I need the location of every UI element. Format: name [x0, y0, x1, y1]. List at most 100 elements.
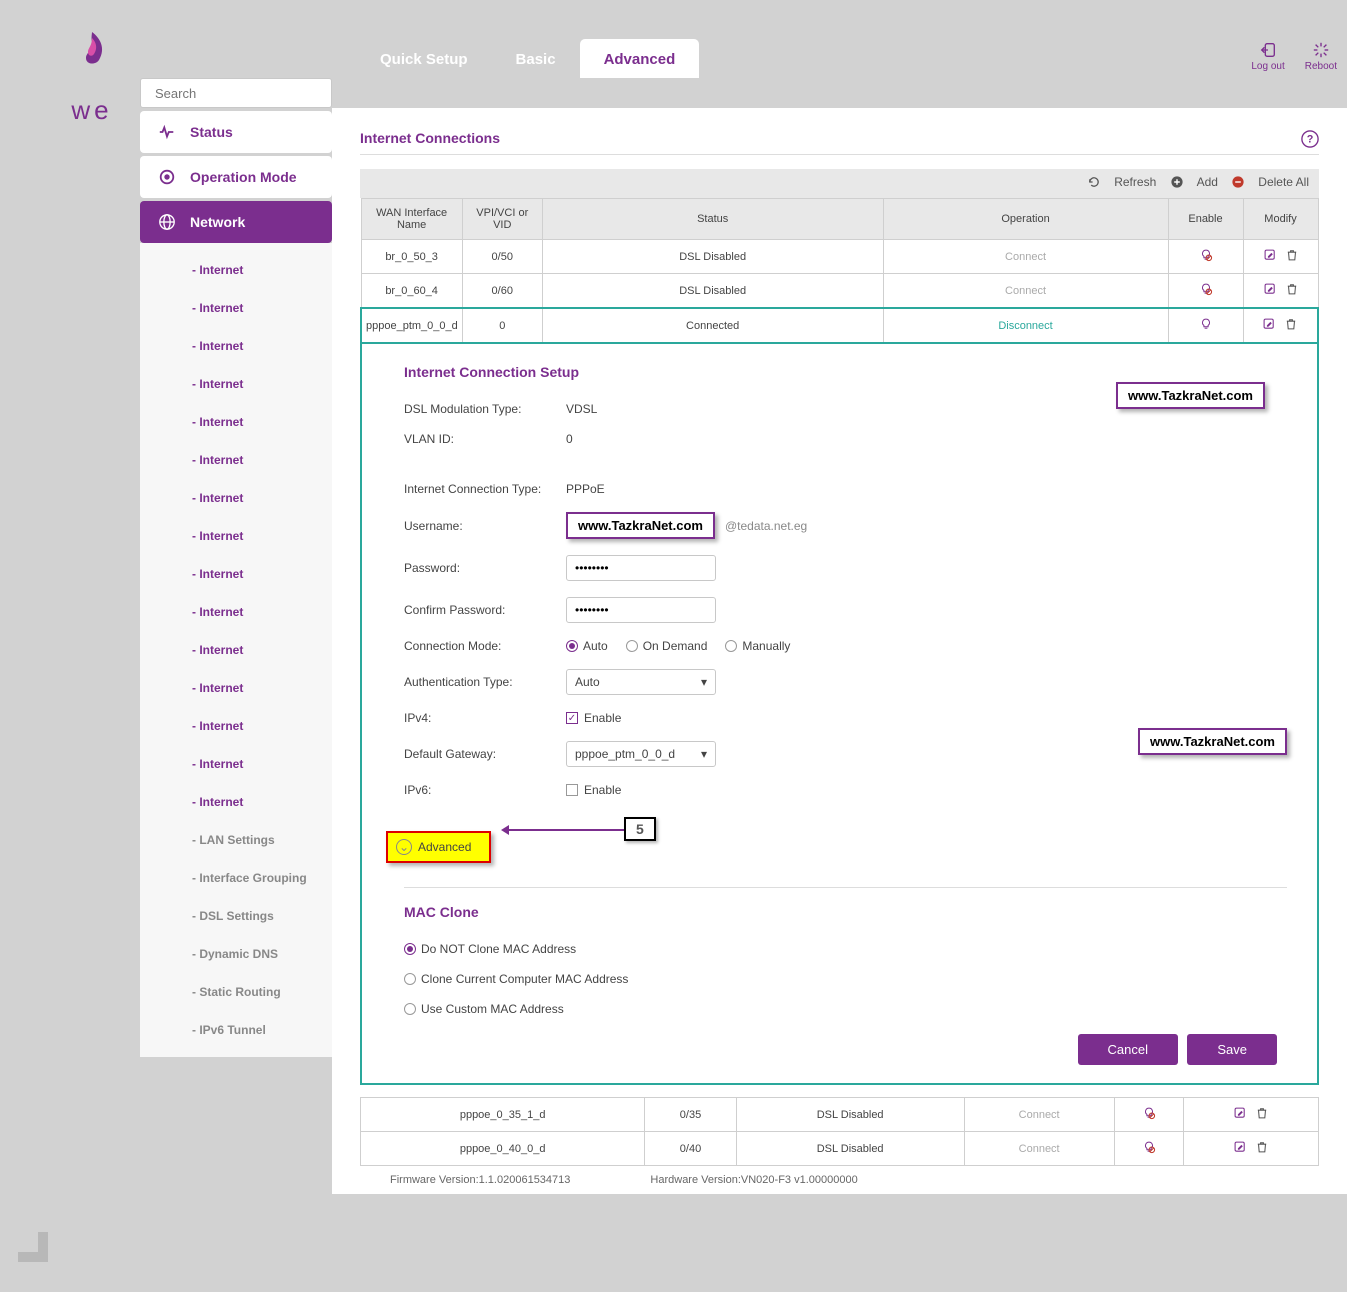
dsl-label: DSL Modulation Type:: [404, 402, 566, 416]
cell-enable[interactable]: [1114, 1098, 1183, 1132]
subnav-internet-11[interactable]: - Internet: [140, 631, 332, 669]
cell-modify[interactable]: [1183, 1098, 1318, 1132]
edit-icon: [1263, 282, 1277, 296]
watermark-1: www.TazkraNet.com: [1116, 382, 1265, 409]
subnav-internet-7[interactable]: - Internet: [140, 479, 332, 517]
cell-vpi: 0: [462, 308, 542, 343]
connmode-auto[interactable]: Auto: [566, 639, 608, 653]
table-row[interactable]: pppoe_ptm_0_0_d0ConnectedDisconnect: [361, 308, 1318, 343]
cancel-button[interactable]: Cancel: [1078, 1034, 1178, 1065]
advanced-toggle[interactable]: ⌄ Advanced: [386, 831, 491, 863]
tab-advanced[interactable]: Advanced: [580, 39, 700, 78]
subnav-internet-10[interactable]: - Internet: [140, 593, 332, 631]
col-name: WAN Interface Name: [361, 199, 462, 240]
reboot-button[interactable]: Reboot: [1305, 41, 1337, 72]
firmware-version: Firmware Version:1.1.020061534713: [390, 1174, 570, 1186]
subnav-dsl[interactable]: - DSL Settings: [140, 897, 332, 935]
delete-all-button[interactable]: Delete All: [1231, 175, 1309, 189]
add-button[interactable]: Add: [1170, 175, 1218, 189]
auth-select[interactable]: Auto▾: [566, 669, 716, 695]
cell-name: pppoe_0_35_1_d: [361, 1098, 645, 1132]
password-input[interactable]: [566, 555, 716, 581]
subnav-internet-6[interactable]: - Internet: [140, 441, 332, 479]
ipv6-checkbox[interactable]: [566, 784, 578, 796]
subnav-internet-12[interactable]: - Internet: [140, 669, 332, 707]
subnav-interface-grouping[interactable]: - Interface Grouping: [140, 859, 332, 897]
trash-icon: [1285, 282, 1299, 296]
subnav-internet-1[interactable]: - Internet: [140, 251, 332, 289]
cell-name: br_0_50_3: [361, 240, 462, 274]
cell-modify[interactable]: [1243, 240, 1318, 274]
subnav-ddns[interactable]: - Dynamic DNS: [140, 935, 332, 973]
cell-status: Connected: [542, 308, 883, 343]
cell-enable[interactable]: [1168, 240, 1243, 274]
edit-icon: [1233, 1106, 1247, 1120]
subnav-static-routing[interactable]: - Static Routing: [140, 973, 332, 1011]
cell-modify[interactable]: [1243, 308, 1318, 343]
cell-status: DSL Disabled: [736, 1098, 964, 1132]
subnav-internet-8[interactable]: - Internet: [140, 517, 332, 555]
mac-noclone[interactable]: Do NOT Clone MAC Address: [404, 942, 576, 956]
nav-network[interactable]: Network: [140, 201, 332, 243]
decorative-shape: [18, 1232, 48, 1262]
brand-flame-icon: [69, 30, 115, 90]
gw-select[interactable]: pppoe_ptm_0_0_d▾: [566, 741, 716, 767]
subnav-internet-9[interactable]: - Internet: [140, 555, 332, 593]
cell-enable[interactable]: [1114, 1132, 1183, 1166]
cell-enable[interactable]: [1168, 274, 1243, 309]
save-button[interactable]: Save: [1187, 1034, 1277, 1065]
subnav-internet-15[interactable]: - Internet: [140, 783, 332, 821]
table-row[interactable]: pppoe_0_40_0_d0/40DSL DisabledConnect: [361, 1132, 1319, 1166]
annotation-arrow: [504, 829, 624, 831]
setup-box: Internet Connection Setup www.TazkraNet.…: [360, 344, 1319, 1085]
subnav-lan[interactable]: - LAN Settings: [140, 821, 332, 859]
cell-status: DSL Disabled: [542, 240, 883, 274]
delete-all-icon: [1231, 175, 1245, 189]
cell-operation[interactable]: Disconnect: [883, 308, 1168, 343]
cell-operation[interactable]: Connect: [883, 240, 1168, 274]
trash-icon: [1255, 1106, 1269, 1120]
confirm-password-input[interactable]: [566, 597, 716, 623]
subnav-internet-13[interactable]: - Internet: [140, 707, 332, 745]
tab-basic[interactable]: Basic: [492, 39, 580, 78]
help-icon[interactable]: ?: [1301, 130, 1319, 148]
pulse-icon: [158, 123, 176, 141]
subnav-internet-4[interactable]: - Internet: [140, 365, 332, 403]
table-row[interactable]: pppoe_0_35_1_d0/35DSL DisabledConnect: [361, 1098, 1319, 1132]
radio-icon: [158, 168, 176, 186]
cell-operation[interactable]: Connect: [964, 1132, 1114, 1166]
table-row[interactable]: br_0_50_30/50DSL DisabledConnect: [361, 240, 1318, 274]
nav-operation-mode[interactable]: Operation Mode: [140, 156, 332, 198]
add-icon: [1170, 175, 1184, 189]
subnav-internet-3[interactable]: - Internet: [140, 327, 332, 365]
nav-status[interactable]: Status: [140, 111, 332, 153]
logo-area: we: [44, 0, 140, 1292]
search-box[interactable]: [140, 78, 332, 108]
cell-modify[interactable]: [1183, 1132, 1318, 1166]
cell-enable[interactable]: [1168, 308, 1243, 343]
logout-button[interactable]: Log out: [1251, 41, 1284, 72]
trash-icon: [1255, 1140, 1269, 1154]
chevron-down-icon: ▾: [701, 747, 707, 761]
subnav-internet-14[interactable]: - Internet: [140, 745, 332, 783]
table-row[interactable]: br_0_60_40/60DSL DisabledConnect: [361, 274, 1318, 309]
cell-modify[interactable]: [1243, 274, 1318, 309]
subnav-ipv6-tunnel[interactable]: - IPv6 Tunnel: [140, 1011, 332, 1049]
logout-icon: [1259, 41, 1277, 59]
refresh-button[interactable]: Refresh: [1087, 175, 1156, 189]
cell-name: br_0_60_4: [361, 274, 462, 309]
connmode-manual[interactable]: Manually: [725, 639, 790, 653]
bulb-icon: [1199, 248, 1213, 262]
subnav-internet-5[interactable]: - Internet: [140, 403, 332, 441]
search-input[interactable]: [155, 86, 331, 101]
footer: Firmware Version:1.1.020061534713 Hardwa…: [360, 1166, 1319, 1186]
ipv4-checkbox[interactable]: ✓: [566, 712, 578, 724]
mac-custom[interactable]: Use Custom MAC Address: [404, 1002, 564, 1016]
cell-operation[interactable]: Connect: [883, 274, 1168, 309]
cell-operation[interactable]: Connect: [964, 1098, 1114, 1132]
col-operation: Operation: [883, 199, 1168, 240]
tab-quick-setup[interactable]: Quick Setup: [356, 39, 492, 78]
connmode-ondemand[interactable]: On Demand: [626, 639, 708, 653]
mac-clonecur[interactable]: Clone Current Computer MAC Address: [404, 972, 628, 986]
subnav-internet-2[interactable]: - Internet: [140, 289, 332, 327]
